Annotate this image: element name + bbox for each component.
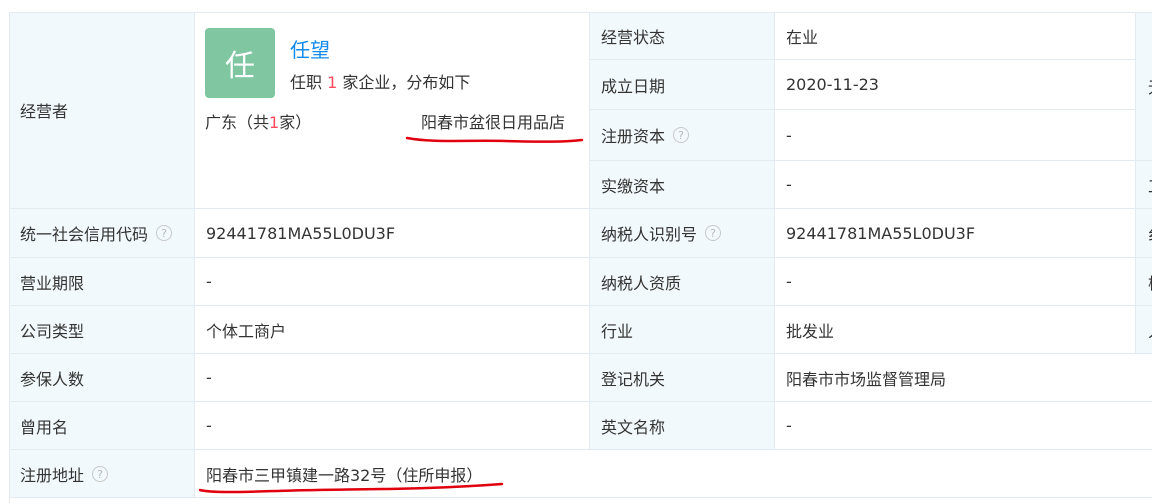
- industry-value-cell: 批发业: [775, 306, 1136, 354]
- edge-label-4: 椅: [1136, 258, 1152, 306]
- company-type-value-cell: 个体工商户: [195, 306, 590, 354]
- edge-char-1: 无: [1148, 74, 1152, 98]
- paid-capital-value-cell: -: [775, 161, 1136, 209]
- english-name-label-cell: 英文名称: [590, 402, 775, 450]
- operator-description: 任职 1 家企业，分布如下: [290, 69, 470, 93]
- credit-code-label-cell: 统一社会信用代码?: [9, 209, 195, 258]
- taxpayer-id-label: 纳税人识别号: [601, 225, 698, 244]
- taxpayer-id-value: 92441781MA55L0DU3F: [786, 223, 976, 243]
- operator-name-link[interactable]: 任望: [290, 34, 330, 63]
- help-circle-icon[interactable]: ?: [705, 225, 722, 241]
- english-name-label: 英文名称: [601, 417, 666, 437]
- edge-char-4: 椅: [1148, 270, 1152, 294]
- address-label-cell: 注册地址?: [9, 450, 195, 498]
- address-label: 注册地址: [20, 465, 85, 485]
- status-value-cell: 在业: [775, 12, 1136, 60]
- authority-value-cell: 阳春市市场监督管理局: [775, 354, 1152, 402]
- insured-value-cell: -: [195, 354, 590, 402]
- taxpayer-id-label-cell: 纳税人识别号?: [590, 209, 775, 258]
- desc-prefix: 任职: [290, 73, 328, 92]
- address-underline-annotation: [198, 482, 504, 494]
- term-value: -: [206, 272, 212, 291]
- edge-label-2: 工: [1136, 161, 1152, 209]
- taxpayer-qual-value-cell: -: [775, 258, 1136, 306]
- taxpayer-qual-label: 纳税人资质: [601, 273, 682, 293]
- founded-label-cell: 成立日期: [590, 60, 775, 110]
- desc-suffix: 家企业，分布如下: [337, 73, 471, 92]
- operator-label: 经营者: [20, 102, 69, 121]
- insured-label: 参保人数: [20, 369, 85, 389]
- taxpayer-id-value-cell: 92441781MA55L0DU3F: [775, 209, 1136, 258]
- industry-label-cell: 行业: [590, 306, 775, 354]
- authority-label-cell: 登记机关: [590, 354, 775, 402]
- term-value-cell: -: [195, 258, 590, 306]
- paid-capital-label: 实缴资本: [601, 176, 666, 196]
- help-circle-icon[interactable]: ?: [156, 225, 173, 241]
- region-suffix: 家）: [279, 113, 312, 132]
- english-name-value: -: [786, 416, 792, 435]
- insured-value: -: [206, 368, 212, 387]
- edge-label-3: 纟: [1136, 209, 1152, 258]
- reg-capital-label: 注册资本: [601, 127, 666, 146]
- founded-value: 2020-11-23: [786, 75, 879, 94]
- founded-value-cell: 2020-11-23: [775, 60, 1136, 110]
- shop-underline-annotation: [405, 136, 584, 143]
- credit-code-value: 92441781MA55L0DU3F: [206, 223, 396, 243]
- reg-capital-label-cell: 注册资本?: [590, 110, 775, 161]
- edge-char-3: 纟: [1148, 221, 1152, 245]
- company-type-value: 个体工商户: [206, 321, 287, 341]
- former-name-label: 曾用名: [20, 417, 69, 437]
- operator-region[interactable]: 广东（共1家）: [205, 109, 311, 133]
- industry-value: 批发业: [786, 321, 835, 341]
- help-circle-icon[interactable]: ?: [673, 127, 690, 143]
- term-label: 营业期限: [20, 273, 85, 293]
- edge-label-5: 人: [1136, 306, 1152, 354]
- term-label-cell: 营业期限: [9, 258, 195, 306]
- avatar-char: 任: [225, 49, 255, 84]
- status-value: 在业: [786, 27, 819, 47]
- region-prefix: 广东（共: [205, 113, 270, 132]
- credit-code-label: 统一社会信用代码: [20, 225, 149, 244]
- edge-label-1: 无: [1136, 12, 1152, 161]
- taxpayer-qual-value: -: [786, 272, 792, 291]
- company-type-label: 公司类型: [20, 321, 85, 341]
- reg-capital-value-cell: -: [775, 110, 1136, 161]
- english-name-value-cell: -: [775, 402, 1152, 450]
- edge-char-5: 人: [1148, 318, 1152, 342]
- taxpayer-qual-label-cell: 纳税人资质: [590, 258, 775, 306]
- former-name-value: -: [206, 416, 212, 435]
- status-label-cell: 经营状态: [590, 12, 775, 60]
- status-label: 经营状态: [601, 27, 666, 47]
- help-circle-icon[interactable]: ?: [92, 465, 109, 482]
- region-count: 1: [269, 113, 280, 132]
- operator-label-cell: 经营者: [9, 12, 195, 209]
- insured-label-cell: 参保人数: [9, 354, 195, 402]
- authority-value: 阳春市市场监督管理局: [786, 369, 947, 389]
- paid-capital-label-cell: 实缴资本: [590, 161, 775, 209]
- authority-label: 登记机关: [601, 369, 666, 389]
- credit-code-value-cell: 92441781MA55L0DU3F: [195, 209, 590, 258]
- paid-capital-value: -: [786, 175, 792, 194]
- reg-capital-value: -: [786, 125, 792, 145]
- founded-label: 成立日期: [601, 76, 666, 96]
- industry-label: 行业: [601, 321, 634, 341]
- operator-avatar[interactable]: 任: [205, 28, 275, 98]
- former-name-label-cell: 曾用名: [9, 402, 195, 450]
- company-type-label-cell: 公司类型: [9, 306, 195, 354]
- edge-char-2: 工: [1148, 173, 1152, 197]
- desc-count: 1: [327, 73, 338, 92]
- former-name-value-cell: -: [195, 402, 590, 450]
- company-info-table: 经营者 任 任望 任职 1 家企业，分布如下 广东（共1家） 阳春市盆很日用品店…: [9, 12, 1152, 503]
